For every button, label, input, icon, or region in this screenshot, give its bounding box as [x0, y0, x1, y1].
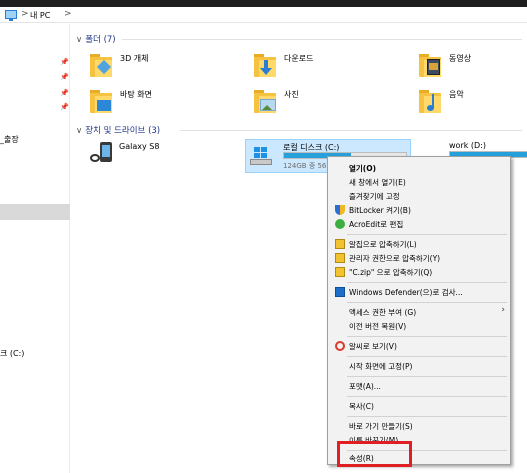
drive-galaxy-s8[interactable]: Galaxy S8 — [82, 140, 232, 174]
menu-item-alzip-admin[interactable]: 관리자 권한으로 압축하기(Y) — [330, 252, 508, 264]
drives-group-title: 장치 및 드라이브 (3) — [85, 126, 161, 136]
alzip-icon — [335, 239, 345, 249]
alsee-icon — [335, 341, 345, 351]
title-bar — [0, 0, 527, 7]
folder-videos[interactable]: 동영상 — [418, 52, 527, 82]
menu-item-alzip-compress[interactable]: 알집으로 압축하기(L) — [330, 238, 508, 250]
menu-item-open[interactable]: 열기(O) — [330, 162, 508, 174]
drive-name: work (D:) — [449, 141, 486, 150]
windows-drive-icon — [250, 147, 272, 165]
menu-item-pin-quick-access[interactable]: 즐겨찾기에 고정 — [330, 190, 508, 202]
downloads-folder-icon — [253, 52, 277, 78]
acroedit-icon — [335, 219, 345, 229]
breadcrumb-separator: > — [64, 9, 72, 19]
highlight-annotation-box — [337, 441, 412, 467]
menu-separator — [347, 336, 507, 337]
folder-music[interactable]: 음악 — [418, 88, 527, 118]
menu-item-format[interactable]: 포맷(A)... — [330, 380, 508, 392]
folders-group-header[interactable]: ∨ 폴더 (7) — [76, 33, 116, 45]
3d-objects-folder-icon — [89, 52, 113, 78]
drives-group-header[interactable]: ∨ 장치 및 드라이브 (3) — [76, 124, 160, 136]
videos-folder-icon — [418, 52, 442, 78]
phone-icon — [100, 142, 112, 162]
alzip-zip-icon — [335, 267, 345, 277]
menu-item-bitlocker[interactable]: BitLocker 켜기(B) — [330, 204, 508, 216]
defender-icon — [335, 287, 345, 297]
menu-item-alsee-view[interactable]: 알씨로 보기(V) — [330, 340, 508, 352]
this-pc-icon — [5, 10, 17, 21]
nav-item-selected[interactable] — [0, 204, 70, 220]
folder-desktop[interactable]: 바탕 화면 — [89, 88, 239, 118]
drive-name: Galaxy S8 — [119, 142, 160, 151]
group-divider — [180, 130, 522, 131]
folder-name: 음악 — [449, 90, 464, 99]
context-menu: 열기(O) 새 창에서 열기(E) 즐겨찾기에 고정 BitLocker 켜기(… — [327, 156, 511, 465]
menu-item-acroedit[interactable]: AcroEdit로 편집 — [330, 218, 508, 230]
shield-icon — [335, 205, 345, 215]
folder-name: 사진 — [284, 90, 299, 99]
alzip-admin-icon — [335, 253, 345, 263]
folder-name: 바탕 화면 — [120, 90, 152, 99]
menu-item-compress-czip[interactable]: "C.zip" 으로 압축하기(Q) — [330, 266, 508, 278]
menu-item-give-access[interactable]: 액세스 권한 부여 (G) › — [330, 305, 508, 318]
menu-item-restore-versions[interactable]: 이전 버전 복원(V) — [330, 320, 508, 332]
chevron-down-icon: ∨ — [76, 35, 83, 45]
nav-item-c-drive[interactable]: 크 (C:) — [0, 348, 24, 359]
navigation-pane: 📌 📌 📌 📌 _출장 크 (C:) — [0, 24, 70, 473]
music-folder-icon — [418, 88, 442, 114]
menu-separator — [347, 356, 507, 357]
menu-separator — [347, 396, 507, 397]
menu-separator — [347, 416, 507, 417]
menu-item-pin-start[interactable]: 시작 화면에 고정(P) — [330, 360, 508, 372]
pin-icon: 📌 — [60, 103, 69, 111]
cable-icon — [90, 154, 100, 162]
folder-3d-objects[interactable]: 3D 개체 — [89, 52, 239, 82]
menu-item-defender-scan[interactable]: Windows Defender(으)로 검사... — [330, 286, 508, 298]
breadcrumb-separator: > — [21, 9, 29, 19]
folder-downloads[interactable]: 다운로드 — [253, 52, 403, 82]
chevron-down-icon: ∨ — [76, 126, 83, 136]
chevron-right-icon: › — [501, 305, 505, 315]
menu-separator — [347, 376, 507, 377]
menu-separator — [347, 282, 507, 283]
pin-icon: 📌 — [60, 58, 69, 66]
desktop-folder-icon — [89, 88, 113, 114]
folder-pictures[interactable]: 사진 — [253, 88, 403, 118]
drive-space-text: 124GB 중 56 — [283, 162, 327, 170]
pictures-folder-icon — [253, 88, 277, 114]
folder-name: 다운로드 — [284, 54, 314, 63]
breadcrumb-this-pc[interactable]: 내 PC — [30, 10, 50, 21]
folders-group-title: 폴더 (7) — [85, 35, 116, 45]
pin-icon: 📌 — [60, 89, 69, 97]
menu-item-copy[interactable]: 복사(C) — [330, 400, 508, 412]
address-bar[interactable]: > 내 PC > — [0, 7, 527, 23]
menu-item-create-shortcut[interactable]: 바로 가기 만들기(S) — [330, 420, 508, 432]
menu-separator — [347, 302, 507, 303]
menu-item-open-new-window[interactable]: 새 창에서 열기(E) — [330, 176, 508, 188]
pin-icon: 📌 — [60, 73, 69, 81]
folder-name: 동영상 — [449, 54, 472, 63]
menu-separator — [347, 234, 507, 235]
group-divider — [122, 39, 522, 40]
nav-item-chuljang[interactable]: _출장 — [0, 134, 19, 145]
folder-name: 3D 개체 — [120, 54, 149, 63]
